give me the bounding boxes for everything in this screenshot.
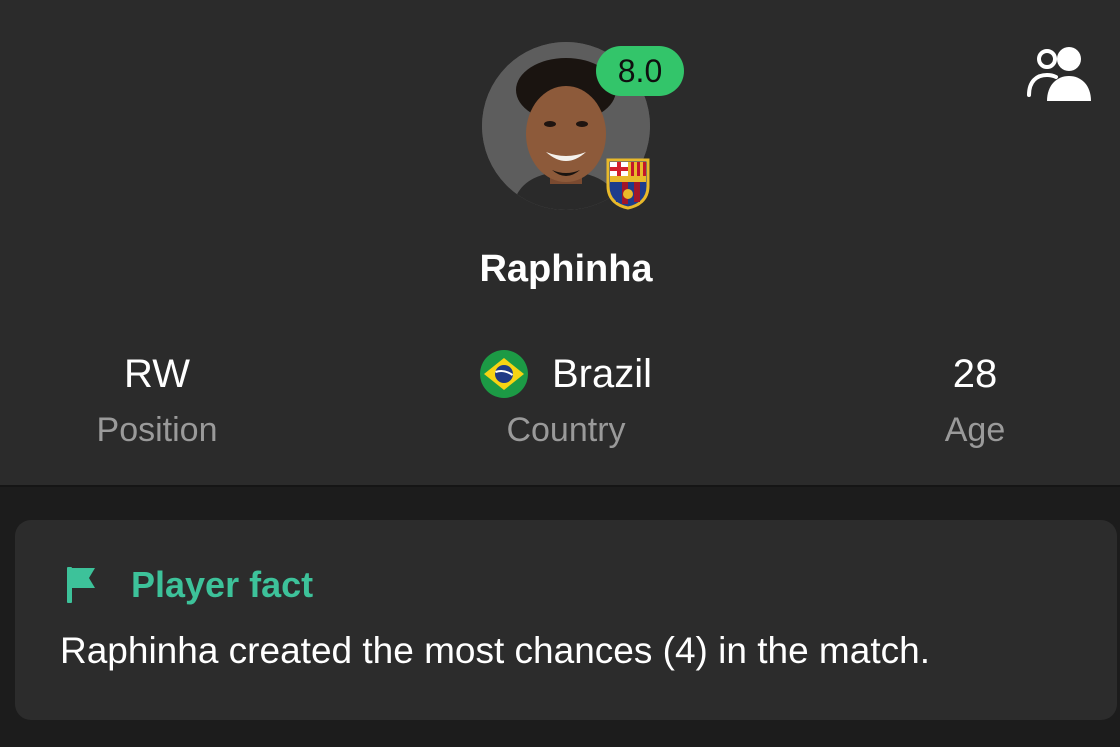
stat-country[interactable]: Brazil Country — [436, 346, 696, 454]
fact-title: Player fact — [131, 564, 314, 605]
rating-value: 8.0 — [617, 52, 663, 89]
club-crest-icon[interactable] — [604, 156, 652, 210]
fact-header: Player fact — [65, 564, 313, 606]
position-label: Position — [96, 411, 218, 449]
compare-players-button[interactable] — [1020, 40, 1100, 106]
country-value-row: Brazil — [436, 346, 696, 402]
position-value: RW — [124, 352, 190, 396]
fact-text: Raphinha created the most chances (4) in… — [60, 630, 930, 671]
people-icon — [1027, 47, 1091, 101]
player-name: Raphinha — [479, 248, 653, 290]
country-label: Country — [506, 411, 626, 449]
brazil-flag-icon — [479, 350, 528, 398]
player-header: 8.0 Raphinha RW Position Brazil Country … — [0, 0, 1120, 487]
flag-icon — [67, 567, 95, 603]
stat-position: RW Position — [27, 346, 287, 454]
stat-age: 28 Age — [845, 346, 1105, 454]
age-value: 28 — [952, 352, 998, 396]
age-label: Age — [944, 411, 1006, 449]
country-value: Brazil — [551, 352, 653, 396]
rating-badge: 8.0 — [596, 46, 684, 96]
player-fact-card: Player fact Raphinha created the most ch… — [15, 520, 1117, 720]
